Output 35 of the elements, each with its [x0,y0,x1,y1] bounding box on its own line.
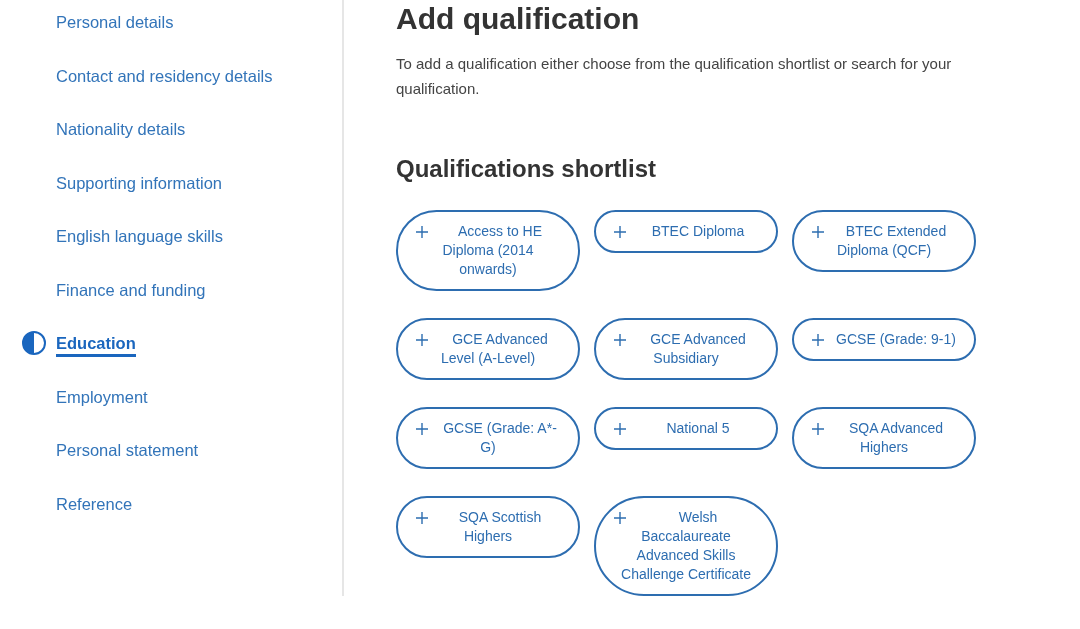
add-qualification-button[interactable]: BTEC Diploma [594,210,778,253]
add-qualification-button[interactable]: Access to HE Diploma (2014 onwards) [396,210,580,291]
plus-icon [614,511,626,524]
plus-icon [614,225,626,238]
sidebar-link[interactable]: English language skills [56,225,223,247]
plus-icon [416,333,428,346]
plus-icon [416,422,428,435]
plus-icon [416,511,428,524]
add-qualification-button[interactable]: GCSE (Grade: 9-1) [792,318,976,361]
sidebar-link[interactable]: Personal details [56,11,174,33]
intro-text: To add a qualification either choose from the qualification shortlist or search for your qualification. [396,54,953,99]
add-qualification-button[interactable]: National 5 [594,407,778,450]
sidebar-link[interactable]: Contact and residency details [56,64,273,87]
shortlist-heading: Qualifications shortlist [396,154,658,184]
sidebar-link[interactable]: Finance and funding [56,278,206,301]
plus-icon [812,225,824,238]
add-qualification-button[interactable]: GCSE (Grade: A*-G) [396,407,580,469]
add-qualification-button[interactable]: GCE Advanced Level (A-Level) [396,318,580,380]
sidebar-link[interactable]: Supporting information [56,171,222,194]
add-qualification-button[interactable]: SQA Advanced Highers [792,407,976,469]
plus-icon [614,333,626,346]
plus-icon [812,333,824,346]
sidebar-link[interactable]: Reference [56,492,133,515]
plus-icon [812,422,824,435]
page-title: Add qualification [396,1,641,37]
sidebar-link[interactable]: Nationality details [56,118,186,140]
add-qualification-button[interactable]: BTEC Extended Diploma (QCF) [792,210,976,272]
sidebar-link[interactable]: Employment [56,385,148,408]
add-qualification-button[interactable]: GCE Advanced Subsidiary [594,318,778,380]
plus-icon [614,422,626,435]
add-qualification-button[interactable]: Welsh Baccalaureate Advanced Skills Challenge Certificate [594,496,778,596]
sidebar-link[interactable]: Education [56,333,136,357]
add-qualification-button[interactable]: SQA Scottish Highers [396,496,580,558]
sidebar-link[interactable]: Personal statement [56,439,199,461]
plus-icon [416,225,428,238]
